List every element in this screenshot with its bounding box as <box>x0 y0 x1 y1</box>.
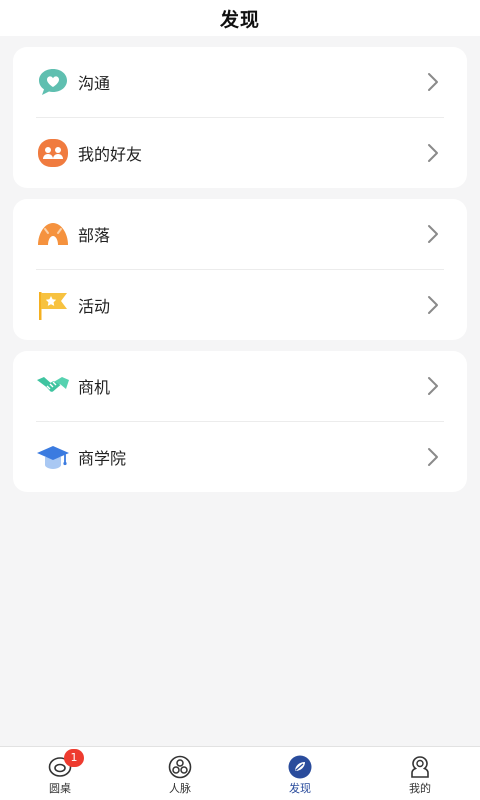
tab-label: 我的 <box>409 782 431 795</box>
chevron-right-icon <box>428 73 438 91</box>
menu-item-chat[interactable]: 沟通 <box>13 47 467 117</box>
tab-network[interactable]: 人脉 <box>120 747 240 800</box>
tab-label: 人脉 <box>169 782 191 795</box>
menu-item-label: 商学院 <box>78 449 127 468</box>
menu-card-business: 商机 商学院 <box>13 351 467 492</box>
tab-label: 发现 <box>289 782 311 795</box>
tab-me[interactable]: 我的 <box>360 747 480 800</box>
chevron-right-icon <box>428 296 438 314</box>
menu-item-tribe[interactable]: 部落 <box>13 199 467 269</box>
tab-label: 圆桌 <box>49 782 71 795</box>
page-title: 发现 <box>219 8 260 31</box>
menu-item-label: 部落 <box>78 226 111 245</box>
bottom-tab-bar: 1 圆桌 人脉 发现 我的 <box>0 746 480 800</box>
menu-item-friends[interactable]: 我的好友 <box>13 118 467 188</box>
chat-heart-icon <box>36 65 70 99</box>
menu-item-business-school[interactable]: 商学院 <box>13 422 467 492</box>
menu-item-activity[interactable]: 活动 <box>13 270 467 340</box>
tent-icon <box>36 217 70 251</box>
tab-round-table[interactable]: 1 圆桌 <box>0 747 120 800</box>
flag-star-icon <box>36 288 70 322</box>
graduation-cap-icon <box>36 440 70 474</box>
menu-item-label: 沟通 <box>78 74 111 93</box>
menu-item-business-opportunity[interactable]: 商机 <box>13 351 467 421</box>
friends-icon <box>36 136 70 170</box>
chevron-right-icon <box>428 448 438 466</box>
menu-card-communication: 沟通 我的好友 <box>13 47 467 188</box>
top-bar: 发现 <box>0 0 480 36</box>
menu-item-label: 我的好友 <box>78 145 143 164</box>
chevron-right-icon <box>428 144 438 162</box>
chevron-right-icon <box>428 225 438 243</box>
menu-item-label: 商机 <box>78 378 111 397</box>
tab-discover[interactable]: 发现 <box>240 747 360 800</box>
menu-item-label: 活动 <box>78 297 111 316</box>
notification-badge: 1 <box>64 749 84 767</box>
discover-leaf-icon <box>288 755 312 779</box>
handshake-icon <box>36 369 70 403</box>
profile-icon <box>411 756 429 778</box>
chevron-right-icon <box>428 377 438 395</box>
network-icon <box>168 755 192 779</box>
menu-card-community: 部落 活动 <box>13 199 467 340</box>
